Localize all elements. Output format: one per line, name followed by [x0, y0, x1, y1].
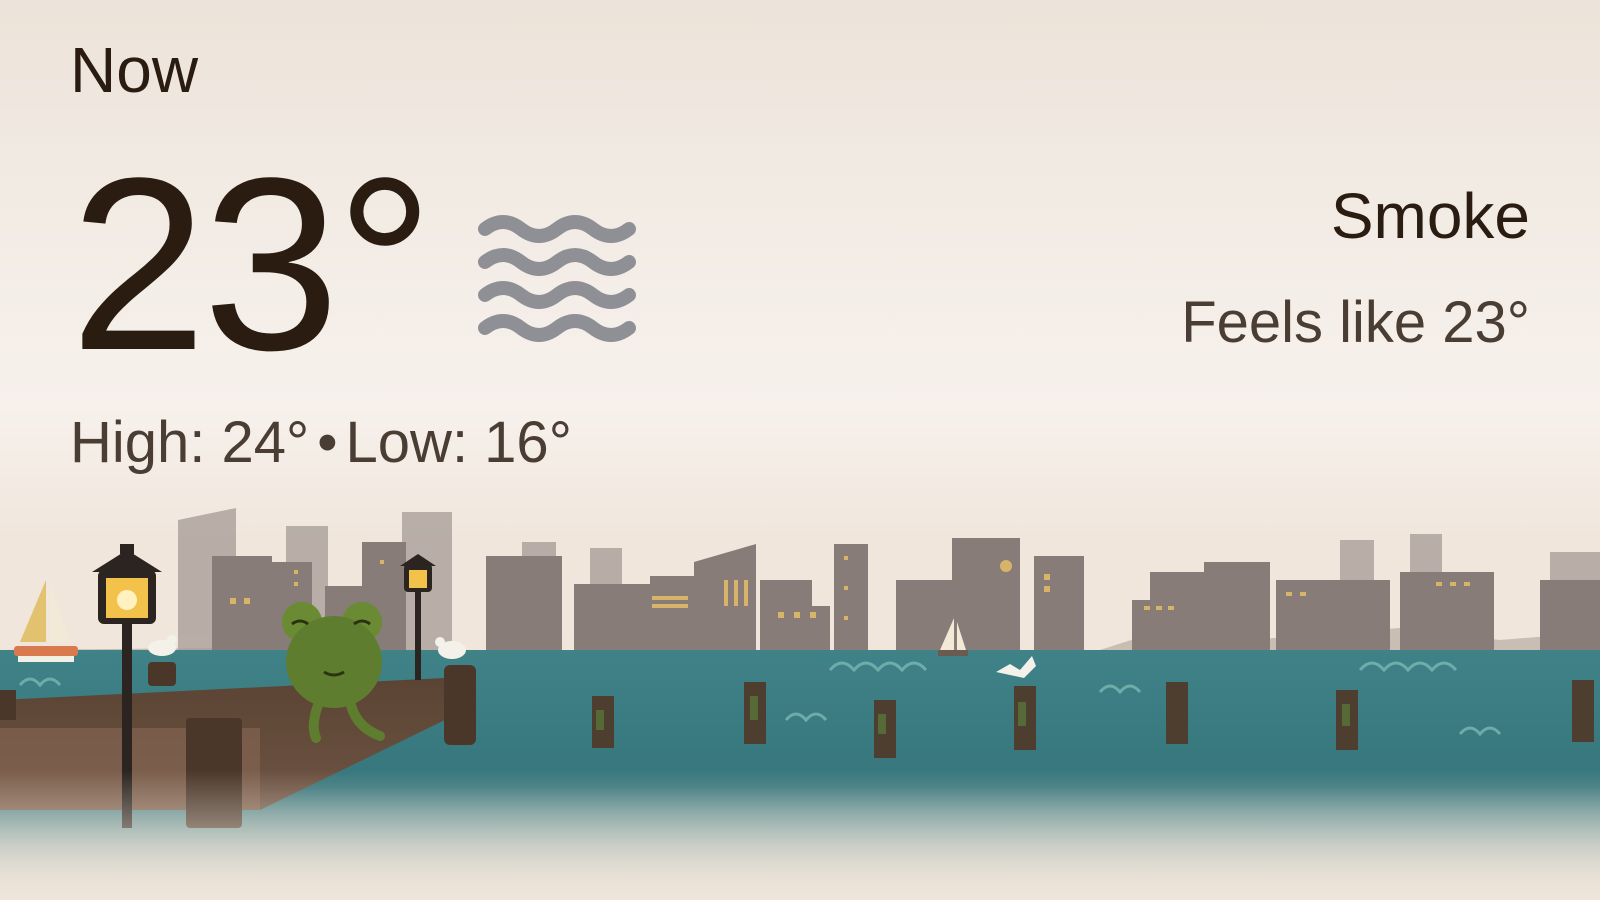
now-label: Now [70, 34, 199, 106]
smoke-haze-icon [478, 215, 636, 342]
sailboat-left [14, 580, 78, 662]
weather-card: Now 23° High: 24° • Low: 16° Smoke Feels l… [0, 0, 1600, 900]
harbor-scene-illustration [0, 508, 1600, 900]
current-temperature: 23° [70, 127, 434, 402]
low-temperature: Low: 16° [345, 410, 572, 475]
feels-like-temperature: Feels like 23° [1181, 290, 1530, 355]
separator-dot: • [317, 410, 338, 475]
high-low-temperatures: High: 24° • Low: 16° [70, 414, 572, 472]
high-temperature: High: 24° [70, 410, 310, 475]
condition-label: Smoke [1330, 180, 1530, 252]
